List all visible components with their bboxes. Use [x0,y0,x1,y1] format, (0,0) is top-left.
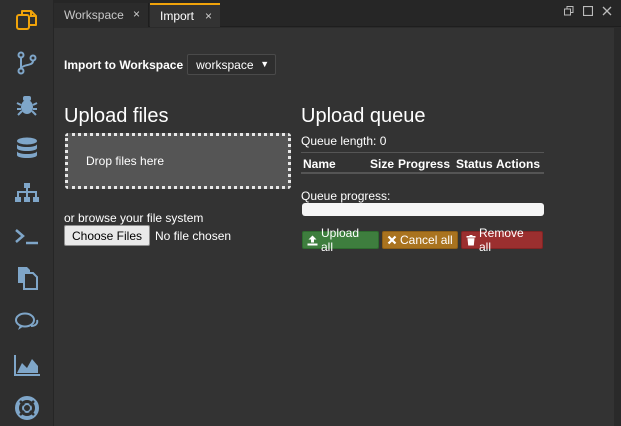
queue-progress-label: Queue progress: [301,189,391,203]
import-panel: Import to Workspace workspace ▼ Upload f… [54,28,614,426]
chevron-down-icon: ▼ [260,59,270,69]
tab-import[interactable]: Import × [150,3,220,27]
sidebar-item-git[interactable] [0,43,54,83]
column-header-status: Status [456,157,493,171]
terminal-icon [15,229,38,245]
upload-icon [307,235,318,246]
sidebar-item-chart[interactable] [0,345,54,385]
tab-workspace[interactable]: Workspace × [54,3,149,27]
remove-all-label: Remove all [479,226,524,254]
import-to-row: Import to Workspace workspace ▼ [64,54,277,75]
tab-label: Workspace [64,8,124,22]
queue-actions: Upload all Cancel all Remove all [302,226,543,254]
sidebar-item-sitemap[interactable] [0,173,54,213]
sitemap-icon [15,183,39,202]
database-icon [17,137,37,158]
remove-all-button[interactable]: Remove all [461,226,543,254]
sidebar-item-database[interactable] [0,129,54,169]
import-to-label: Import to Workspace [64,57,184,72]
tab-label: Import [160,9,195,23]
cancel-all-button[interactable]: Cancel all [382,231,458,249]
tab-bar: Workspace × Import × [54,0,621,27]
sidebar-item-terminal[interactable] [0,216,54,256]
close-window-icon[interactable] [600,4,613,17]
upload-files-heading: Upload files [64,105,169,127]
column-header-size: Size [370,157,395,171]
sidebar-item-chat[interactable] [0,302,54,342]
workspace-files-icon [16,10,37,30]
debug-bug-icon [16,96,38,116]
maximize-icon[interactable] [581,4,594,17]
trash-icon [466,234,476,246]
column-header-name: Name [303,157,336,171]
sidebar-item-workspace[interactable] [0,0,54,40]
choose-files-button[interactable]: Choose Files [64,225,150,246]
file-input: Choose Files No file chosen [64,225,231,246]
upload-queue-heading: Upload queue [301,105,426,127]
upload-all-button[interactable]: Upload all [302,226,379,254]
documents-icon [18,267,38,290]
sidebar-item-debug[interactable] [0,85,54,125]
scrollbar[interactable] [614,28,621,426]
no-file-chosen-text: No file chosen [155,228,232,243]
workspace-select[interactable]: workspace ▼ [187,54,277,75]
window-controls [562,4,613,17]
area-chart-icon [14,355,40,376]
upload-all-label: Upload all [321,226,360,254]
browse-hint: or browse your file system [64,211,204,225]
cancel-all-label: Cancel all [400,233,453,247]
workspace-select-value: workspace [196,57,254,72]
sidebar-item-documents[interactable] [0,258,54,298]
restore-icon[interactable] [562,4,575,17]
drop-zone-text: Drop files here [86,154,165,168]
queue-length: Queue length: 0 [301,134,387,148]
sidebar-item-help[interactable] [0,388,54,426]
column-header-progress: Progress [398,157,451,171]
column-header-actions: Actions [496,157,541,171]
drop-zone[interactable]: Drop files here [65,133,291,189]
sidebar [0,0,54,426]
queue-table-header: Name Size Progress Status Actions [301,152,544,174]
close-icon[interactable]: × [133,8,140,20]
cancel-icon [387,235,397,245]
chat-icon [15,312,39,330]
close-icon[interactable]: × [205,10,212,22]
git-branch-icon [17,51,37,75]
help-lifebuoy-icon [15,396,39,420]
queue-progress-bar [302,203,544,216]
